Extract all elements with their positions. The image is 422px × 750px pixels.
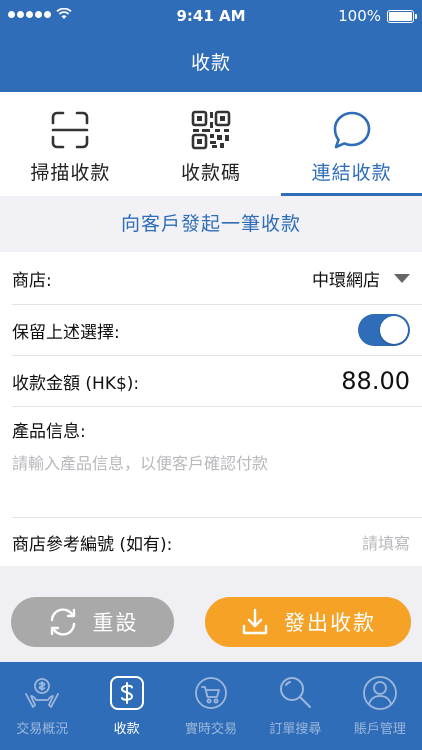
user-icon xyxy=(362,676,397,710)
shop-reference-row[interactable]: 商店參考編號 (如有): 請填寫 xyxy=(0,518,422,566)
product-info-row: 產品信息: xyxy=(0,418,422,442)
tab-label: 掃描收款 xyxy=(30,162,111,184)
battery-percent: 100% xyxy=(338,7,381,25)
shop-select[interactable]: 中環網店 xyxy=(312,266,410,291)
battery-group: 100% xyxy=(338,7,417,25)
tabbar-label: 收款 xyxy=(113,722,140,737)
hand-coin-icon xyxy=(25,678,60,708)
tabbar-item-overview[interactable]: 交易概況 xyxy=(0,662,84,750)
chat-bubble-icon xyxy=(333,111,370,149)
scan-icon xyxy=(52,111,89,149)
tab-label: 連結收款 xyxy=(311,162,392,184)
tabbar-label: 訂單搜尋 xyxy=(269,722,322,737)
tab-label: 收款碼 xyxy=(181,162,242,184)
shop-reference-label: 商店參考編號 (如有): xyxy=(12,534,173,555)
keep-selection-row: 保留上述選擇: xyxy=(0,305,422,355)
amount-row[interactable]: 收款金額 (HK$): 88.00 xyxy=(0,356,422,406)
shop-value: 中環網店 xyxy=(312,270,380,291)
shop-reference-input[interactable]: 請填寫 xyxy=(362,530,410,554)
tabbar-label: 賬戶管理 xyxy=(353,722,406,737)
dollar-card-icon xyxy=(109,676,144,710)
divider xyxy=(12,406,422,407)
send-payment-button-label: 發出收款 xyxy=(284,611,376,635)
search-icon xyxy=(280,677,312,708)
qr-code-icon xyxy=(191,110,231,150)
keep-selection-label: 保留上述選擇: xyxy=(12,322,120,343)
payment-form: 商店: 中環網店 保留上述選擇: 收款金額 (HK$): 88.00 產品信息:… xyxy=(0,252,422,566)
status-bar: 9:41 AM 100% xyxy=(0,0,422,32)
page-title: 收款 xyxy=(190,52,231,74)
bottom-tab-bar: 交易概況 收款 實時交易 訂單搜尋 賬戶管理 xyxy=(0,662,422,750)
shop-row[interactable]: 商店: 中環網店 xyxy=(0,252,422,304)
tab-qr-code[interactable]: 收款碼 xyxy=(141,92,282,196)
tab-scan-payment[interactable]: 掃描收款 xyxy=(0,92,141,196)
reset-button[interactable]: 重設 xyxy=(11,597,174,647)
amount-input[interactable]: 88.00 xyxy=(341,367,410,395)
tab-link-payment[interactable]: 連結收款 xyxy=(281,92,422,196)
reset-button-label: 重設 xyxy=(92,611,139,635)
product-info-field[interactable]: 請輸入產品信息，以便客戶確認付款 xyxy=(0,448,422,476)
amount-label: 收款金額 (HK$): xyxy=(12,373,140,394)
dropdown-caret-icon xyxy=(394,273,410,283)
tabbar-label: 交易概況 xyxy=(16,722,69,737)
app-header: 9:41 AM 100% 收款 xyxy=(0,0,422,92)
section-title: 向客戶發起一筆收款 xyxy=(0,196,422,252)
download-icon xyxy=(242,608,268,635)
tabbar-item-order-search[interactable]: 訂單搜尋 xyxy=(253,662,337,750)
cart-sync-icon xyxy=(195,677,227,709)
tabbar-item-live-transactions[interactable]: 實時交易 xyxy=(169,662,253,750)
product-info-input[interactable]: 請輸入產品信息，以便客戶確認付款 xyxy=(12,450,268,474)
tabbar-item-account[interactable]: 賬戶管理 xyxy=(338,662,422,750)
tabbar-item-collect[interactable]: 收款 xyxy=(84,662,168,750)
send-payment-button[interactable]: 發出收款 xyxy=(205,597,411,647)
tabbar-label: 實時交易 xyxy=(185,722,238,737)
product-info-label: 產品信息: xyxy=(12,421,86,442)
shop-label: 商店: xyxy=(12,270,52,291)
battery-icon xyxy=(387,9,417,23)
refresh-icon xyxy=(50,608,75,636)
payment-method-tabs: 掃描收款 收款碼 連結收款 xyxy=(0,92,422,196)
keep-selection-toggle[interactable] xyxy=(358,314,410,346)
